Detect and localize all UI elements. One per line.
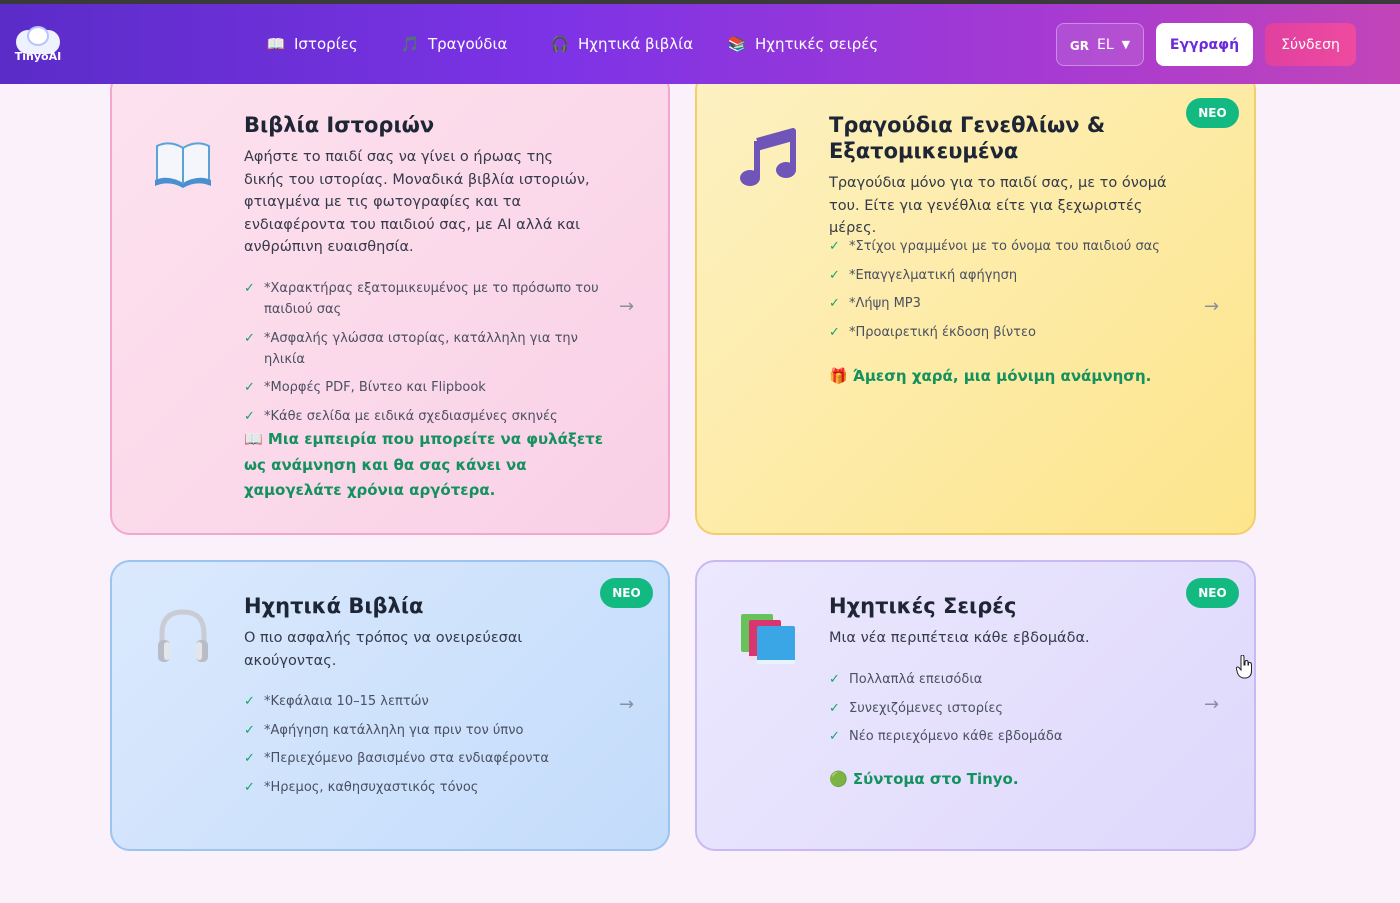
check-icon: ✓ [829, 239, 840, 254]
books-icon [741, 614, 795, 664]
feature-list: ✓ *Χαρακτήρας εξατομικευμένος με το πρόσω… [244, 278, 604, 434]
headphones-icon [158, 609, 208, 662]
nav-item-audiobooks[interactable]: 🎧 Ηχητικά βιβλία [550, 4, 693, 84]
login-button[interactable]: Σύνδεση [1265, 23, 1356, 66]
language-code: EL [1096, 36, 1114, 53]
nav-item-label: Τραγούδια [428, 35, 508, 53]
check-icon: ✓ [244, 330, 255, 346]
greece-flag-icon: GR [1069, 39, 1089, 53]
card-tagline: 📖 Μια εμπειρία που μπορείτε να φυλάξετε … [244, 430, 604, 499]
card-title: Ηχητικές Σειρές [829, 594, 1017, 618]
list-item: ✓ *Κάθε σελίδα με ειδικά σχεδιασμένες σκη… [244, 406, 604, 427]
check-icon: ✓ [244, 281, 255, 296]
new-badge: ΝΕΟ [1186, 98, 1239, 128]
list-item: ✓ *Προαιρετική έκδοση βίντεο [829, 322, 1189, 343]
card-description: Αφήστε το παιδί σας να γίνει ο ήρωας της… [244, 149, 590, 255]
list-item: ✓ *Ηρεμος, καθησυχαστικός τόνος [244, 777, 604, 798]
nav-item-audio-series[interactable]: 📚 Ηχητικές σειρές [727, 4, 879, 84]
feature-list: ✓ Πολλαπλά επεισόδια ✓ Συνεχιζόμενες ιστορ… [829, 669, 1189, 755]
register-button[interactable]: Εγγραφή [1156, 23, 1253, 66]
music-note-icon [740, 128, 796, 186]
open-book-icon [155, 142, 211, 188]
check-icon: ✓ [244, 694, 255, 709]
list-item: ✓ *Επαγγελματική αφήγηση [829, 265, 1189, 286]
card-tagline: 🎁 Άμεση χαρά, μια μόνιμη ανάμνηση. [829, 367, 1152, 385]
new-badge: ΝΕΟ [600, 578, 653, 608]
check-icon: ✓ [829, 267, 840, 283]
books-icon: 📚 [727, 35, 747, 53]
language-selector[interactable]: GR EL ▼ [1056, 23, 1144, 66]
nav-item-label: Ηχητικά βιβλία [578, 35, 694, 53]
check-icon: ✓ [244, 722, 255, 738]
list-item: ✓ Συνεχιζόμενες ιστορίες [829, 698, 1189, 719]
top-navbar: TinyoAI 📖 Ιστορίες 🎵 Τραγούδια 🎧 Ηχητικά… [0, 4, 1400, 84]
nav-item-label: Ιστορίες [294, 35, 358, 53]
card-description: Μια νέα περιπέτεια κάθε εβδομάδα. [829, 630, 1090, 646]
check-icon: ✓ [829, 296, 840, 311]
card-description: Ο πιο ασφαλής τρόπος να ονειρεύεσαι ακού… [244, 630, 523, 669]
chevron-down-icon: ▼ [1121, 38, 1131, 51]
nav-item-stories[interactable]: 📖 Ιστορίες [266, 4, 358, 84]
check-icon: ✓ [244, 408, 255, 424]
book-icon: 📖 [266, 35, 286, 53]
check-icon: ✓ [829, 700, 840, 716]
list-item: ✓ *Λήψη MP3 [829, 293, 1189, 314]
songs-card[interactable]: ΝΕΟ Τραγούδια Γενεθλίων & Εξατομικευμένα… [695, 70, 1256, 535]
list-item: ✓ Πολλαπλά επεισόδια [829, 669, 1189, 690]
new-badge: ΝΕΟ [1186, 578, 1239, 608]
audiobooks-card[interactable]: ΝΕΟ Ηχητικά Βιβλία Ο πιο ασφαλής τρόπος … [110, 560, 670, 851]
card-description: Τραγούδια μόνο για το παιδί σας, με το ό… [829, 175, 1167, 236]
music-note-icon: 🎵 [400, 35, 420, 53]
list-item: ✓ *Ασφαλής γλώσσα ιστορίας, κατάλληλη για… [244, 328, 604, 370]
check-icon: ✓ [829, 672, 840, 687]
card-tagline: 🟢 Σύντομα στο Tinyo. [829, 770, 1019, 788]
card-title: Τραγούδια Γενεθλίων & Εξατομικευμένα [829, 113, 1106, 163]
check-icon: ✓ [829, 324, 840, 340]
arrow-right-icon[interactable]: → [1204, 296, 1219, 317]
list-item: ✓ *Χαρακτήρας εξατομικευμένος με το πρόσω… [244, 278, 604, 320]
storybooks-card[interactable]: Βιβλία Ιστοριών Αφήστε το παιδί σας να γ… [110, 70, 670, 535]
card-title: Ηχητικά Βιβλία [244, 594, 424, 618]
list-item: ✓ *Κεφάλαια 10–15 λεπτών [244, 691, 604, 712]
check-icon: ✓ [244, 380, 255, 395]
headphones-icon: 🎧 [550, 35, 570, 53]
list-item: ✓ Νέο περιεχόμενο κάθε εβδομάδα [829, 726, 1189, 747]
card-title: Βιβλία Ιστοριών [244, 113, 435, 137]
check-icon: ✓ [829, 729, 840, 744]
arrow-right-icon[interactable]: → [619, 694, 634, 715]
list-item: ✓ *Αφήγηση κατάλληλη για πριν τον ύπνο [244, 720, 604, 741]
nav-item-label: Ηχητικές σειρές [755, 35, 879, 53]
feature-list: ✓ *Στίχοι γραμμένοι με το όνομα του παιδι… [829, 236, 1189, 350]
arrow-right-icon[interactable]: → [1204, 694, 1219, 715]
hand-pointer-cursor [1236, 655, 1252, 679]
arrow-right-icon[interactable]: → [619, 296, 634, 317]
list-item: ✓ *Μορφές PDF, Βίντεο και Flipbook [244, 377, 604, 398]
list-item: ✓ *Περιεχόμενο βασισμένο στα ενδιαφέροντα [244, 748, 604, 769]
tinyoai-logo[interactable]: TinyoAI [14, 24, 62, 66]
check-icon: ✓ [244, 751, 255, 766]
nav-item-songs[interactable]: 🎵 Τραγούδια [400, 4, 508, 84]
list-item: ✓ *Στίχοι γραμμένοι με το όνομα του παιδι… [829, 236, 1189, 257]
audio-series-card[interactable]: ΝΕΟ Ηχητικές Σειρές Μια νέα περιπέτεια κ… [695, 560, 1256, 851]
check-icon: ✓ [244, 779, 255, 795]
feature-list: ✓ *Κεφάλαια 10–15 λεπτών ✓ *Αφήγηση κατάλλ… [244, 691, 604, 805]
